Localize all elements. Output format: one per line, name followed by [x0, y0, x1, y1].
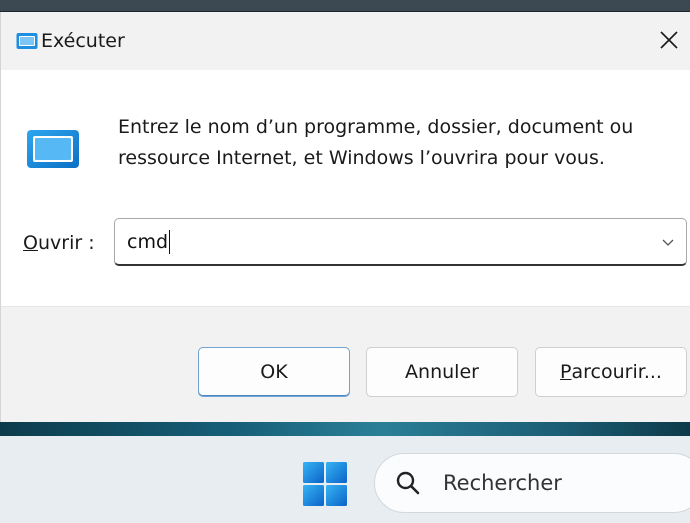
open-label: Ouvrir :: [23, 230, 95, 256]
run-icon: [15, 31, 39, 51]
title-bar[interactable]: Exécuter: [1, 12, 690, 70]
background-window-strip: [0, 0, 690, 12]
run-dialog: Exécuter Entrez le nom d’un programme, d…: [0, 12, 690, 422]
chevron-down-icon[interactable]: [660, 234, 676, 250]
browse-accesskey: P: [560, 361, 572, 383]
close-button[interactable]: [647, 18, 690, 62]
window-title: Exécuter: [41, 30, 125, 52]
taskbar: Rechercher: [0, 436, 690, 523]
browse-button[interactable]: Parcourir...: [535, 347, 687, 397]
close-icon: [660, 31, 678, 49]
open-input-value: cmd: [127, 230, 169, 253]
open-combobox[interactable]: cmd: [114, 218, 687, 266]
open-label-accesskey: O: [23, 232, 38, 254]
taskbar-search-box[interactable]: Rechercher: [374, 453, 690, 513]
search-icon: [396, 471, 420, 495]
cancel-button[interactable]: Annuler: [366, 347, 518, 397]
screen: Exécuter Entrez le nom d’un programme, d…: [0, 0, 690, 523]
text-caret: [169, 229, 171, 254]
dialog-description: Entrez le nom d’un programme, dossier, d…: [118, 116, 634, 169]
dialog-body: Entrez le nom d’un programme, dossier, d…: [1, 70, 690, 306]
browse-label: arcourir...: [571, 361, 662, 383]
button-bar: OK Annuler Parcourir...: [1, 306, 690, 422]
search-placeholder: Rechercher: [443, 471, 562, 495]
run-app-icon: [23, 126, 83, 172]
desktop-wallpaper-strip: [0, 422, 690, 436]
windows-start-icon[interactable]: [302, 461, 348, 507]
open-input[interactable]: cmd: [115, 229, 171, 254]
open-label-text: uvrir :: [37, 232, 95, 254]
ok-button[interactable]: OK: [198, 347, 350, 397]
